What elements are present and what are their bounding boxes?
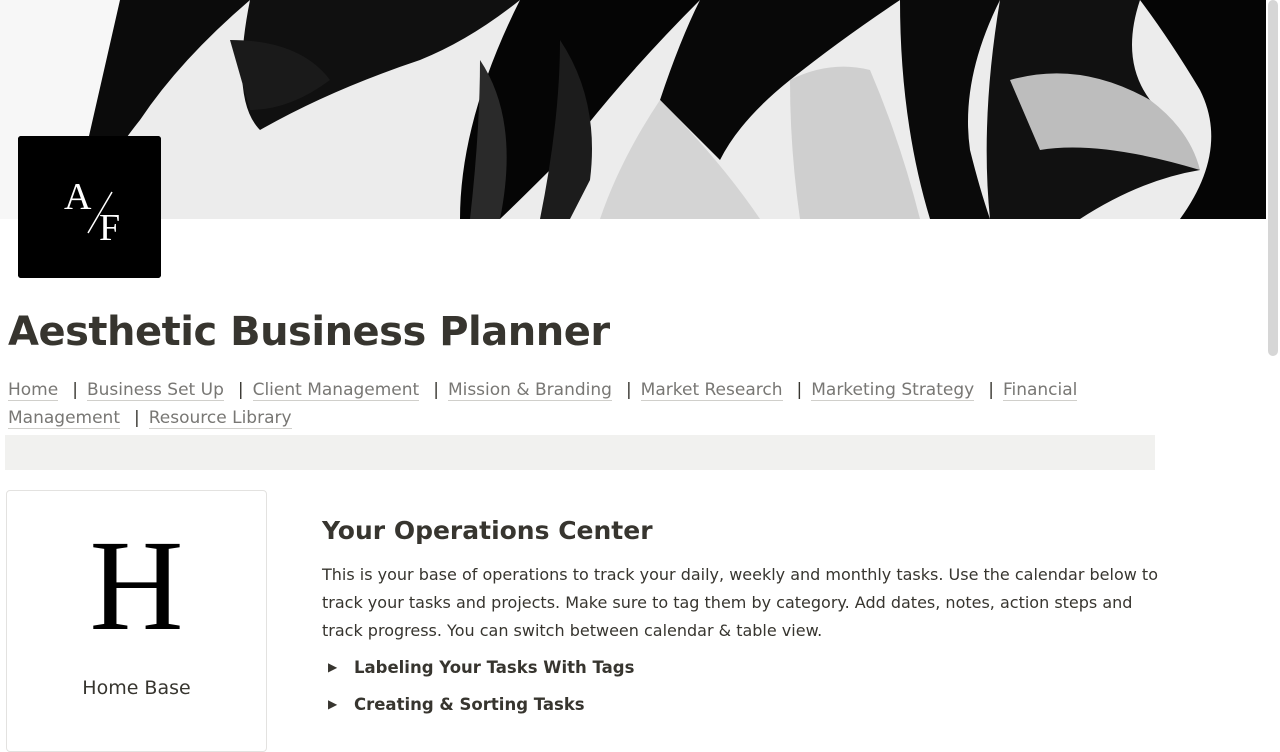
svg-text:A: A xyxy=(64,176,92,218)
page-icon-logo[interactable]: A F xyxy=(18,136,161,278)
nav-separator: | xyxy=(134,408,140,428)
nav-link-home[interactable]: Home xyxy=(8,380,59,401)
cover-image xyxy=(0,0,1266,219)
toggle-arrow-icon[interactable]: ▶ xyxy=(328,697,354,711)
af-monogram-icon: A F xyxy=(18,136,161,278)
nav-separator: | xyxy=(433,380,439,400)
scrollbar[interactable] xyxy=(1266,0,1280,720)
nav-link-financial[interactable]: Financial xyxy=(1002,380,1078,401)
nav-link-marketing-strategy[interactable]: Marketing Strategy xyxy=(811,380,975,401)
scrollbar-thumb[interactable] xyxy=(1268,0,1278,356)
nav-separator: | xyxy=(72,380,78,400)
toggle-labeling-tasks[interactable]: ▶ Labeling Your Tasks With Tags xyxy=(328,654,634,680)
cover-abstract-art xyxy=(0,0,1266,219)
nav-link-mission-branding[interactable]: Mission & Branding xyxy=(447,380,612,401)
card-label: Home Base xyxy=(82,677,191,699)
nav-link-client-management[interactable]: Client Management xyxy=(252,380,420,401)
card-monogram: H xyxy=(89,514,184,658)
divider-band xyxy=(5,435,1155,470)
toggle-creating-sorting-tasks[interactable]: ▶ Creating & Sorting Tasks xyxy=(328,691,585,717)
svg-text:F: F xyxy=(99,207,120,249)
nav-link-market-research[interactable]: Market Research xyxy=(640,380,783,401)
nav-separator: | xyxy=(237,380,244,400)
navigation-links: Home | Business Set Up | Client Management | M… xyxy=(8,376,1108,432)
nav-link-resource-library[interactable]: Resource Library xyxy=(148,408,292,429)
nav-link-management[interactable]: Management xyxy=(8,408,120,429)
nav-link-business-set-up[interactable]: Business Set Up xyxy=(86,380,224,401)
home-base-card[interactable]: H Home Base xyxy=(6,490,267,752)
nav-separator: | xyxy=(988,380,994,400)
page-title: Aesthetic Business Planner xyxy=(8,309,610,355)
toggle-arrow-icon[interactable]: ▶ xyxy=(328,660,354,674)
toggle-label: Labeling Your Tasks With Tags xyxy=(354,657,635,677)
nav-separator: | xyxy=(625,380,632,400)
toggle-label: Creating & Sorting Tasks xyxy=(354,694,585,714)
section-title: Your Operations Center xyxy=(322,516,653,545)
nav-separator: | xyxy=(796,380,803,400)
section-description: This is your base of operations to track… xyxy=(322,565,1158,640)
